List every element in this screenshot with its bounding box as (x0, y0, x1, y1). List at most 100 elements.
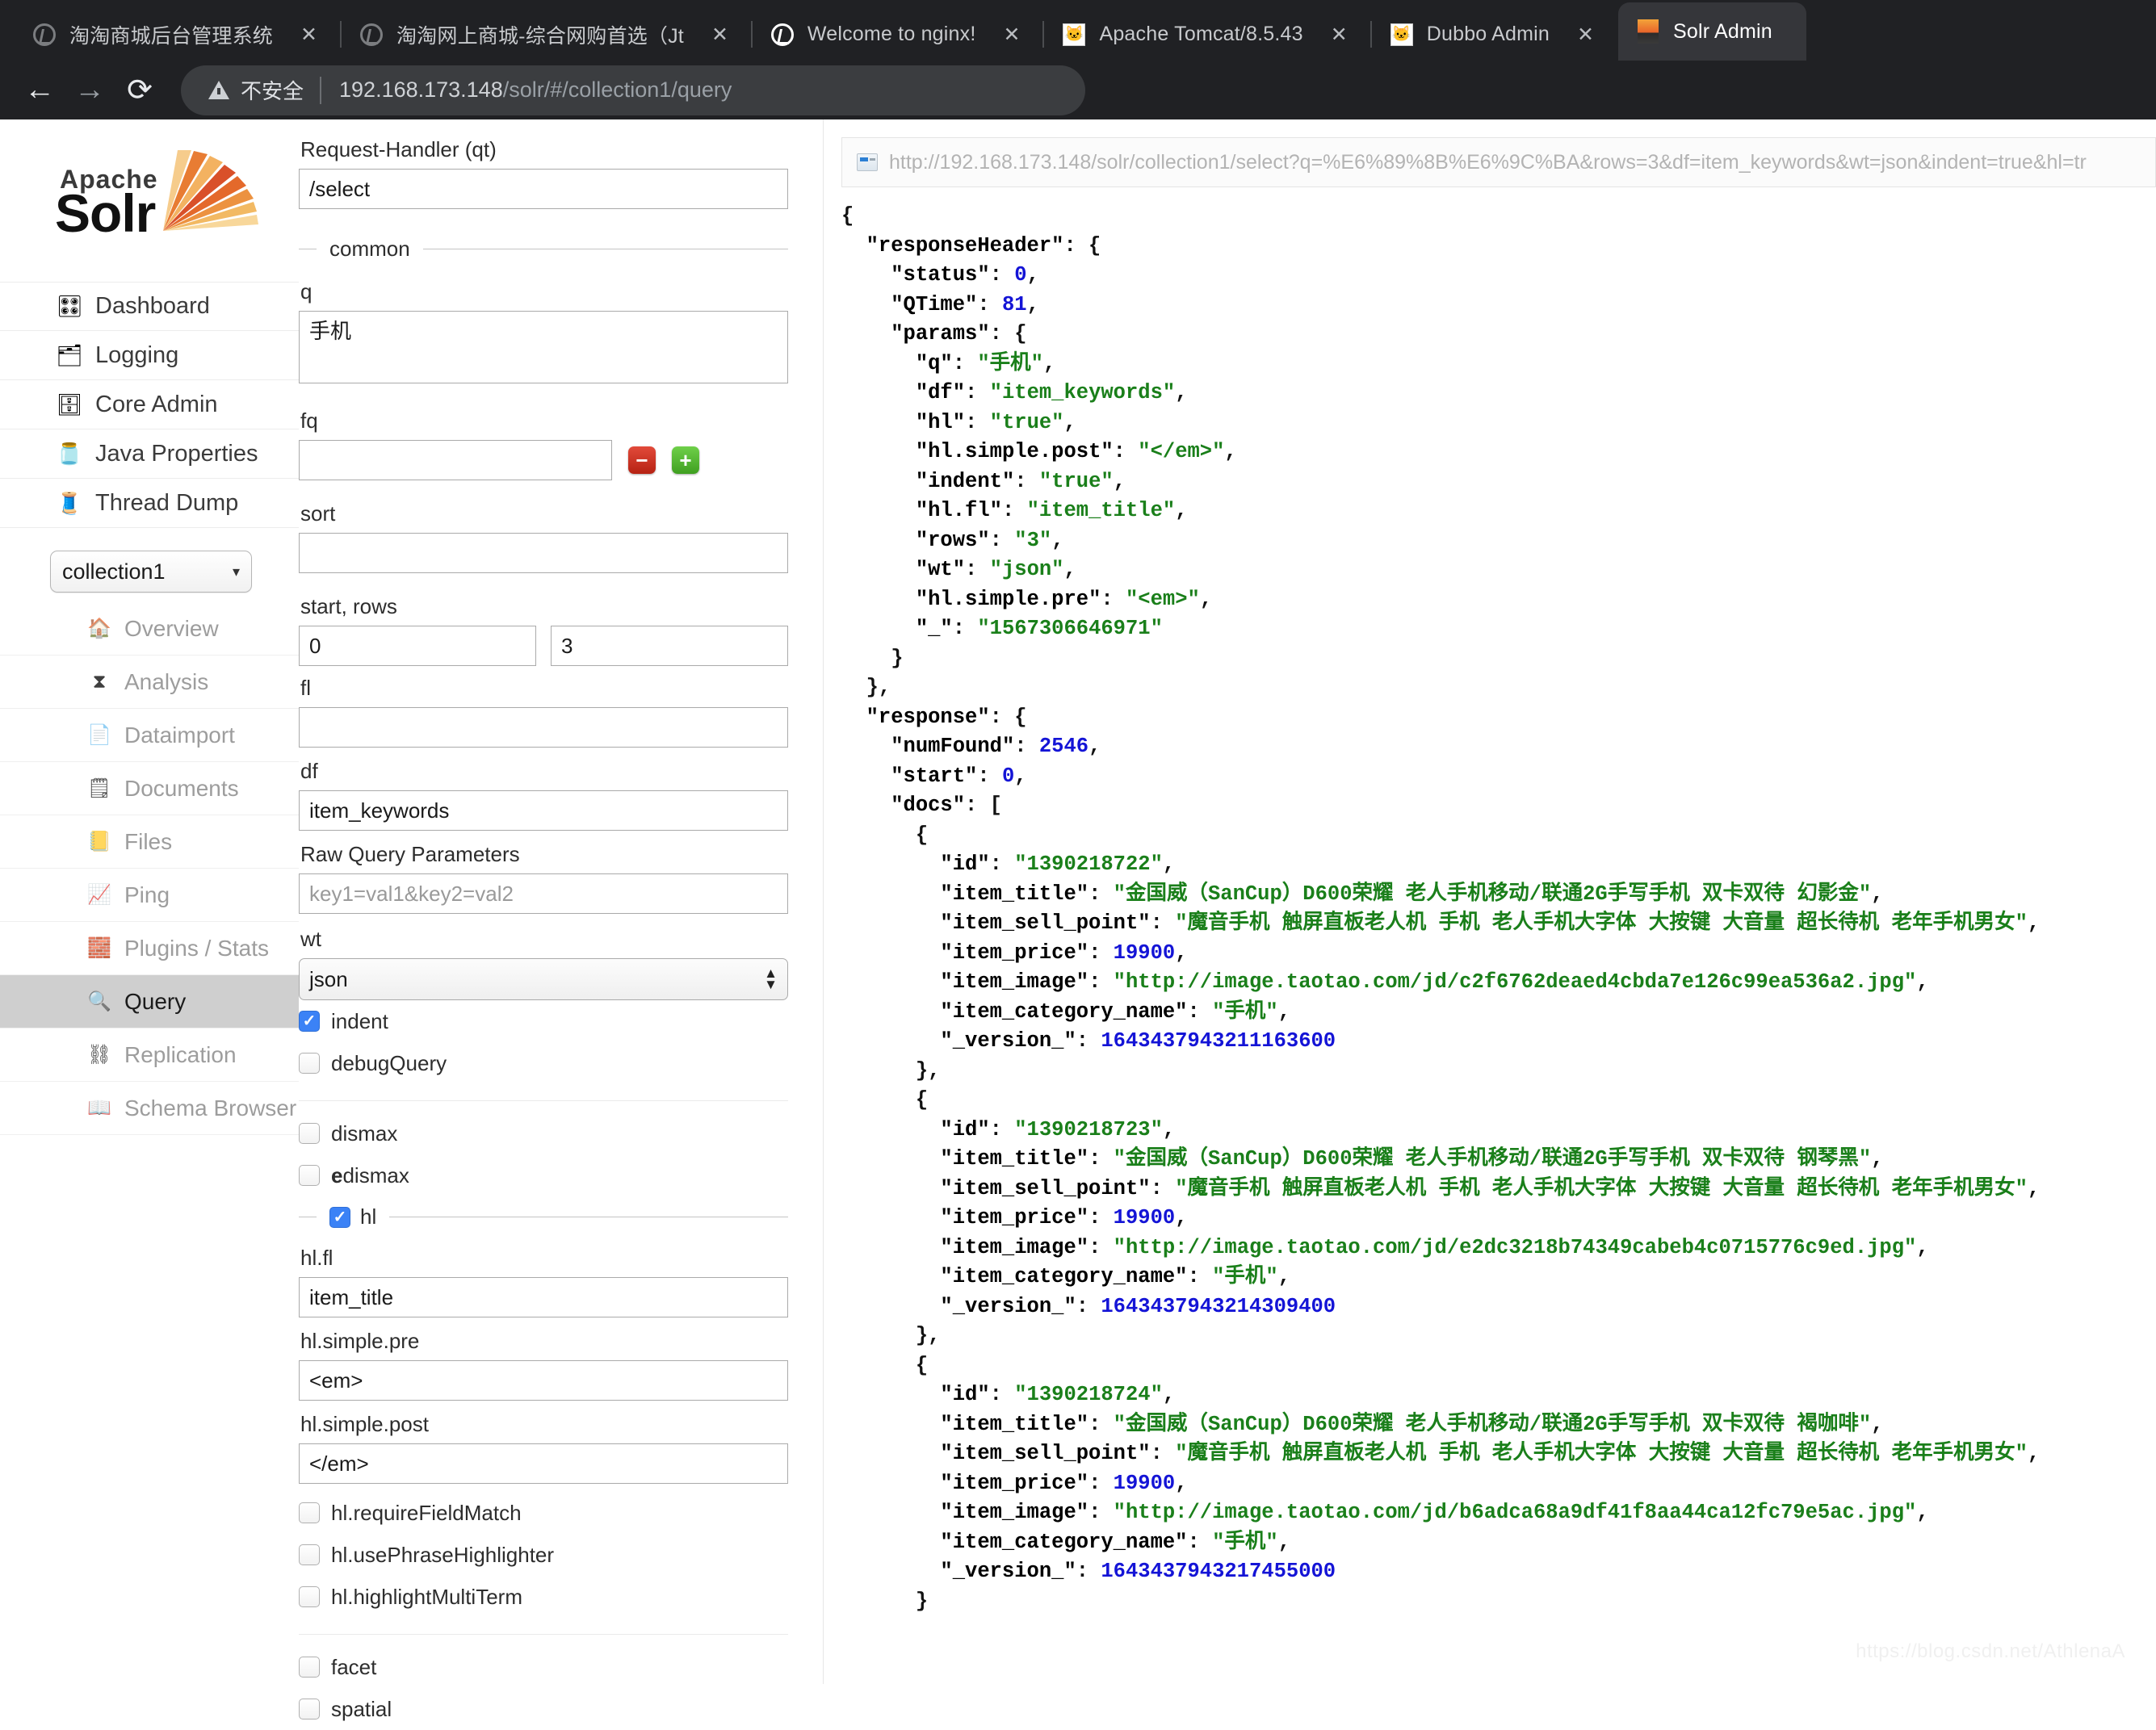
sidebar-item-label: Schema Browser (124, 1095, 297, 1121)
sidebar-item-label: Documents (124, 775, 239, 801)
external-link-icon (857, 153, 878, 171)
sidebar-item-overview[interactable]: 🏠 Overview (0, 602, 299, 656)
sidebar-item-logging[interactable]: 🗂 Logging (0, 331, 299, 380)
browser-tab-4[interactable]: Apache Tomcat/8.5.43 ✕ (1044, 8, 1372, 61)
tab-close-icon[interactable]: ✕ (1004, 23, 1021, 47)
spatial-checkbox[interactable] (299, 1699, 320, 1720)
solr-icon (1636, 19, 1660, 44)
browser-tab-1[interactable]: 淘淘商城后台管理系统 ✕ (15, 8, 342, 61)
query-result-panel: http://192.168.173.148/solr/collection1/… (824, 119, 2156, 1684)
hl-requirefieldmatch-checkbox[interactable] (299, 1502, 320, 1523)
core-selector-value: collection1 (62, 559, 166, 584)
files-icon: 📒 (87, 831, 111, 852)
add-fq-button[interactable]: + (672, 446, 699, 474)
start-input[interactable] (299, 626, 536, 666)
reload-button[interactable]: ⟳ (115, 65, 165, 115)
start-rows-row (299, 626, 788, 666)
tab-strip: 淘淘商城后台管理系统 ✕ 淘淘网上商城-综合网购首选（Jt ✕ Welcome … (0, 0, 2156, 61)
tab-title: Welcome to nginx! (807, 23, 976, 45)
core-nav-list: 🏠 Overview ⧗ Analysis 📄 Dataimport 🗒 Doc… (0, 602, 299, 1135)
sidebar-item-analysis[interactable]: ⧗ Analysis (0, 656, 299, 709)
logo-solr-text: Solr (55, 183, 156, 243)
sidebar-item-thread-dump[interactable]: 🧵 Thread Dump (0, 479, 299, 528)
tab-close-icon[interactable]: ✕ (1331, 23, 1348, 47)
fq-input[interactable] (299, 440, 612, 480)
edismax-label-bold: e (331, 1162, 343, 1188)
sidebar-item-ping[interactable]: 📈 Ping (0, 869, 299, 922)
q-label: q (300, 279, 312, 304)
debugquery-checkbox-row[interactable]: debugQuery (299, 1042, 788, 1084)
facet-label: facet (331, 1654, 377, 1679)
hl-highlightmultiterm-row[interactable]: hl.highlightMultiTerm (299, 1576, 788, 1618)
sidebar-item-plugins-stats[interactable]: 🧱 Plugins / Stats (0, 922, 299, 975)
sidebar: Apache Solr 🎛 Dashboard 🗂 Logging 🗄 Core… (0, 119, 299, 1684)
sort-input[interactable] (299, 533, 788, 573)
q-input[interactable]: 手机 (299, 311, 788, 383)
sidebar-item-documents[interactable]: 🗒 Documents (0, 762, 299, 815)
result-url-link[interactable]: http://192.168.173.148/solr/collection1/… (889, 151, 2087, 174)
hl-checkbox[interactable] (329, 1206, 350, 1228)
rows-input[interactable] (551, 626, 788, 666)
remove-fq-button[interactable]: − (628, 446, 656, 474)
wt-select[interactable]: json ▲ ▼ (299, 958, 788, 1000)
request-handler-input[interactable] (299, 169, 788, 209)
tab-close-icon[interactable]: ✕ (711, 23, 728, 47)
not-secure-warning-icon (208, 81, 229, 99)
hl-fl-label: hl.fl (300, 1246, 333, 1270)
facet-checkbox[interactable] (299, 1657, 320, 1678)
sidebar-item-schema-browser[interactable]: 📖 Schema Browser (0, 1082, 299, 1135)
address-bar[interactable]: 不安全 192.168.173.148/solr/#/collection1/q… (181, 65, 1085, 115)
raw-query-parameters-input[interactable] (299, 873, 788, 914)
fl-input[interactable] (299, 707, 788, 748)
fq-row: − + (299, 440, 788, 480)
sidebar-item-replication[interactable]: ⛓ Replication (0, 1028, 299, 1082)
core-selector[interactable]: collection1 ▾ (50, 551, 252, 593)
sidebar-item-java-properties[interactable]: 🫙 Java Properties (0, 429, 299, 479)
sidebar-item-dashboard[interactable]: 🎛 Dashboard (0, 282, 299, 331)
edismax-checkbox[interactable] (299, 1165, 320, 1186)
sidebar-item-label: Files (124, 828, 173, 854)
edismax-label-rest: dismax (342, 1162, 409, 1188)
hl-simple-pre-input[interactable] (299, 1360, 788, 1401)
edismax-checkbox-row[interactable]: edismax (299, 1154, 788, 1196)
spatial-checkbox-row[interactable]: spatial (299, 1688, 788, 1730)
solr-logo[interactable]: Apache Solr (55, 150, 299, 259)
browser-tab-2[interactable]: 淘淘网上商城-综合网购首选（Jt ✕ (342, 8, 753, 61)
hl-usephrasehighlighter-row[interactable]: hl.usePhraseHighlighter (299, 1534, 788, 1576)
hl-usephrasehighlighter-label: hl.usePhraseHighlighter (331, 1542, 555, 1567)
result-url-bar[interactable]: http://192.168.173.148/solr/collection1/… (841, 137, 2156, 187)
common-title: common (329, 237, 410, 261)
raw-query-parameters-label: Raw Query Parameters (300, 842, 520, 866)
dismax-checkbox-row[interactable]: dismax (299, 1112, 788, 1154)
debugquery-checkbox[interactable] (299, 1053, 320, 1074)
tab-close-icon[interactable]: ✕ (300, 23, 317, 47)
browser-tab-6-active[interactable]: Solr Admin (1618, 2, 1806, 61)
security-label: 不安全 (241, 79, 304, 103)
facet-checkbox-row[interactable]: facet (299, 1646, 788, 1688)
sidebar-item-query[interactable]: 🔍 Query (0, 975, 299, 1028)
hl-requirefieldmatch-row[interactable]: hl.requireFieldMatch (299, 1492, 788, 1534)
indent-checkbox-row[interactable]: indent (299, 1000, 788, 1042)
spinner-arrows-icon: ▲ ▼ (764, 965, 778, 992)
hl-simple-post-input[interactable] (299, 1443, 788, 1484)
df-input[interactable] (299, 790, 788, 831)
dismax-checkbox[interactable] (299, 1123, 320, 1144)
schema-browser-icon: 📖 (87, 1097, 111, 1119)
tab-title: Apache Tomcat/8.5.43 (1099, 23, 1303, 45)
hl-fl-input[interactable] (299, 1277, 788, 1317)
browser-tab-3[interactable]: Welcome to nginx! ✕ (753, 8, 1045, 61)
request-handler-label: Request-Handler (qt) (300, 137, 497, 161)
forward-button[interactable]: → (65, 65, 115, 115)
back-button[interactable]: ← (15, 65, 65, 115)
browser-tab-5[interactable]: Dubbo Admin ✕ (1372, 8, 1618, 61)
sidebar-item-core-admin[interactable]: 🗄 Core Admin (0, 380, 299, 429)
tab-close-icon[interactable]: ✕ (1577, 23, 1594, 47)
sidebar-item-dataimport[interactable]: 📄 Dataimport (0, 709, 299, 762)
indent-checkbox[interactable] (299, 1011, 320, 1032)
globe-icon (770, 23, 795, 47)
hl-highlightmultiterm-checkbox[interactable] (299, 1586, 320, 1607)
hl-usephrasehighlighter-checkbox[interactable] (299, 1544, 320, 1565)
sidebar-item-label: Replication (124, 1041, 237, 1067)
sidebar-item-files[interactable]: 📒 Files (0, 815, 299, 869)
sidebar-item-label: Logging (95, 341, 179, 368)
